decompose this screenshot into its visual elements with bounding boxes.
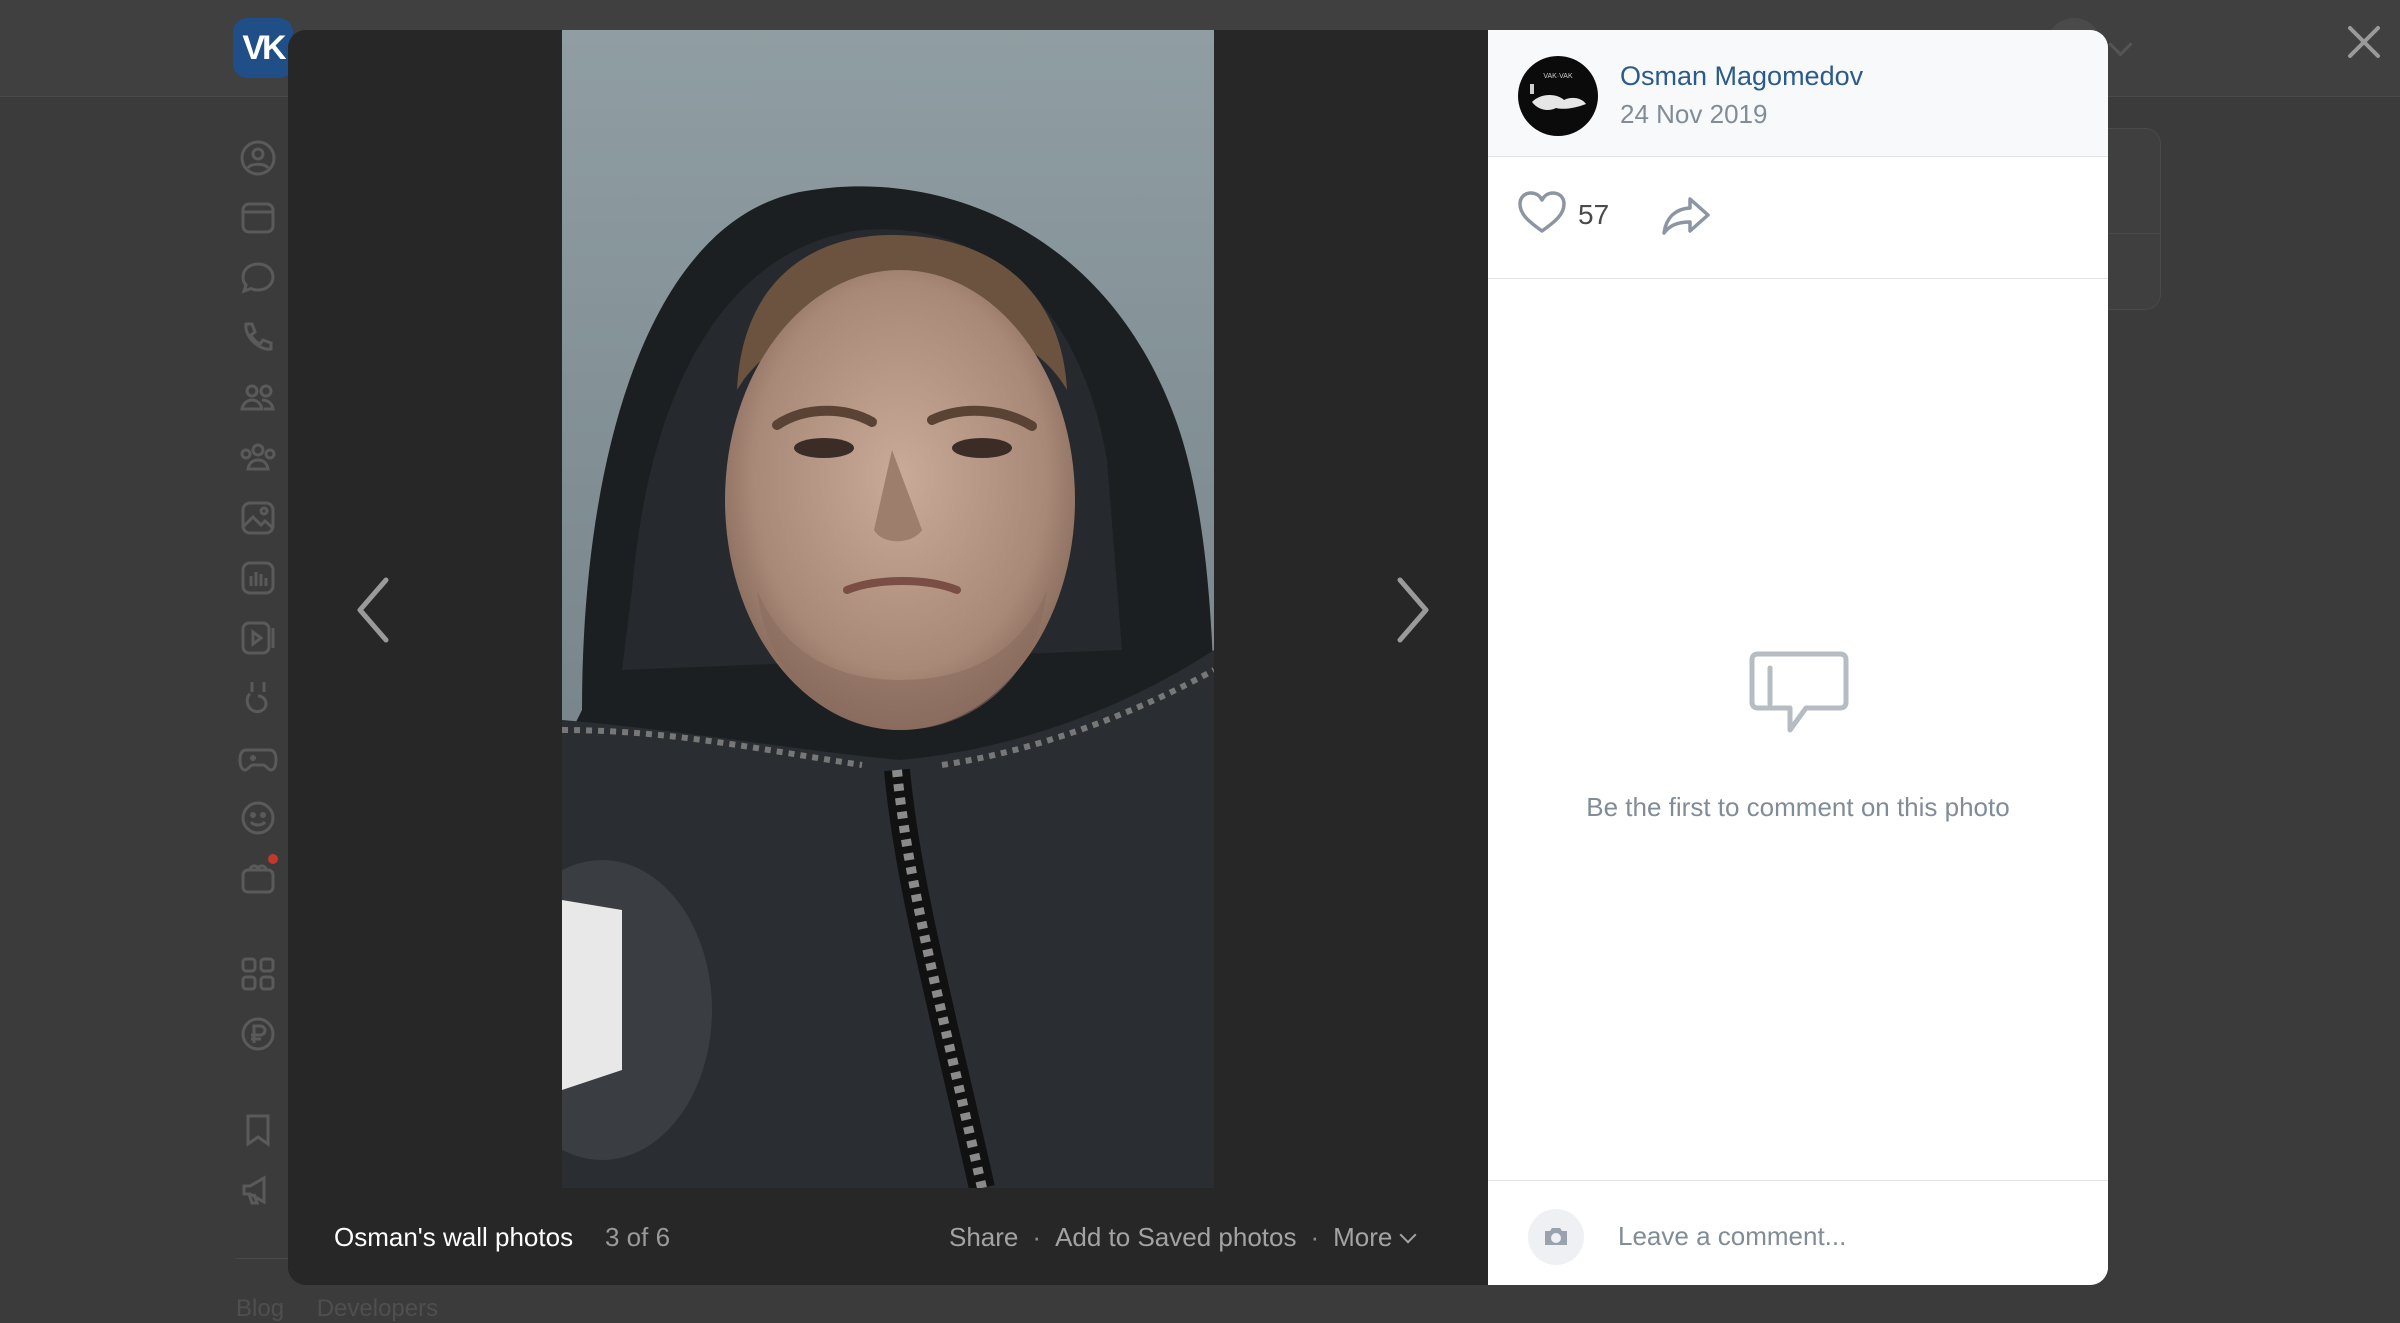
news-icon[interactable] — [236, 196, 280, 240]
photo[interactable] — [562, 30, 1214, 1188]
profile-icon[interactable] — [236, 136, 280, 180]
like-button[interactable] — [1516, 189, 1568, 237]
clips-icon[interactable] — [236, 676, 280, 720]
author-name[interactable]: Osman Magomedov — [1620, 61, 1863, 92]
camera-icon[interactable] — [1528, 1209, 1584, 1265]
payments-icon[interactable] — [236, 1012, 280, 1056]
friends-icon[interactable] — [236, 376, 280, 420]
info-panel: VAK·VAK Osman Magomedov 24 Nov 2019 57 B… — [1488, 30, 2108, 1285]
album-title[interactable]: Osman's wall photos — [334, 1222, 573, 1253]
empty-comments-text: Be the first to comment on this photo — [1586, 792, 2010, 822]
post-date[interactable]: 24 Nov 2019 — [1620, 99, 1767, 130]
previous-photo-icon[interactable] — [348, 570, 398, 650]
comment-input[interactable] — [1616, 1209, 2080, 1263]
messenger-icon[interactable] — [236, 256, 280, 300]
add-to-saved-button[interactable]: Add to Saved photos — [1055, 1222, 1296, 1252]
avatar-logo-text: VAK·VAK — [1543, 73, 1573, 80]
photo-illustration — [562, 30, 1214, 1188]
services-icon[interactable] — [236, 952, 280, 996]
chevron-down-icon — [1399, 1226, 1417, 1244]
music-icon[interactable] — [236, 556, 280, 600]
comments-empty-icon — [1744, 644, 1854, 748]
close-icon[interactable] — [2340, 18, 2388, 66]
photo-pane: Osman's wall photos 3 of 6 Share · Add to … — [288, 30, 1488, 1285]
ads-icon[interactable] — [236, 1168, 280, 1212]
chevron-down-icon[interactable] — [2108, 32, 2133, 57]
action-separator: · — [1310, 1222, 1320, 1252]
games-icon[interactable] — [236, 736, 280, 780]
share-icon[interactable] — [1660, 193, 1712, 237]
video-icon[interactable] — [236, 616, 280, 660]
comment-composer — [1488, 1180, 2108, 1285]
stickers-icon[interactable] — [236, 796, 280, 840]
photo-toolbar: Osman's wall photos 3 of 6 Share · Add to … — [288, 1188, 1488, 1285]
footer-link-blog[interactable]: Blog — [236, 1295, 284, 1322]
heart-icon — [1518, 191, 1566, 233]
avatar[interactable]: VAK·VAK — [1518, 56, 1598, 136]
action-separator: · — [1032, 1222, 1042, 1252]
footer-links: Blog Developers — [236, 1295, 464, 1323]
next-photo-icon[interactable] — [1388, 570, 1438, 650]
more-button[interactable]: More — [1333, 1222, 1417, 1252]
share-button[interactable]: Share — [949, 1222, 1018, 1252]
gifts-icon[interactable] — [236, 854, 280, 900]
more-label: More — [1333, 1222, 1393, 1252]
vk-logo[interactable]: VK — [233, 18, 293, 78]
photo-actions: Share · Add to Saved photos · More — [949, 1222, 1417, 1253]
communities-icon[interactable] — [236, 436, 280, 480]
reactions-bar: 57 — [1488, 157, 2108, 279]
photo-viewer: Osman's wall photos 3 of 6 Share · Add to … — [288, 30, 2108, 1285]
like-count[interactable]: 57 — [1578, 199, 1609, 231]
photo-counter: 3 of 6 — [605, 1222, 671, 1252]
calls-icon[interactable] — [236, 316, 280, 360]
bookmarks-icon[interactable] — [236, 1108, 280, 1152]
footer-link-developers[interactable]: Developers — [317, 1295, 438, 1322]
author-header: VAK·VAK Osman Magomedov 24 Nov 2019 — [1488, 30, 2108, 157]
notification-dot — [268, 854, 278, 864]
photos-icon[interactable] — [236, 496, 280, 540]
